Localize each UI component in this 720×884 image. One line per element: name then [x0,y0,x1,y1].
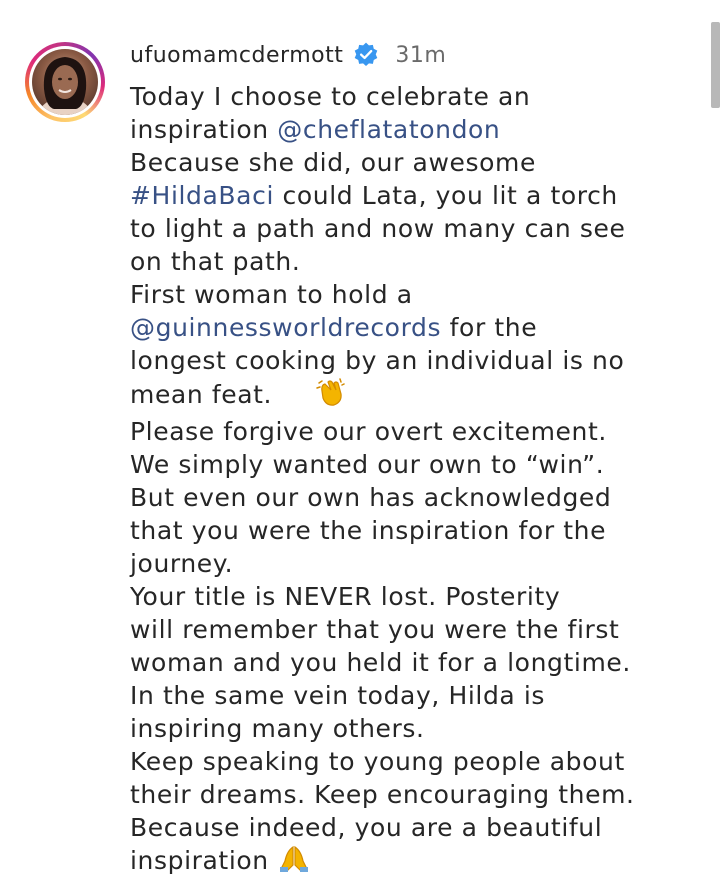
caption-line: @guinnessworldrecords for the [130,311,702,344]
caption-text: mean feat. [130,380,273,409]
caption-text: for the [441,313,538,342]
caption-line: their dreams. Keep encouraging them. [130,780,635,809]
caption-line: inspiration @cheflatatondon [130,113,702,146]
caption-line: to light a path and now many can see [130,214,626,243]
username-link[interactable]: ufuomamcdermott [130,43,343,68]
caption-text: inspiration [130,846,269,875]
post-caption: Today I choose to celebrate an inspirati… [130,80,702,881]
caption-line: Because indeed, you are a beautiful [130,813,603,842]
caption-line: inspiring many others. [130,714,425,743]
avatar[interactable] [32,49,98,115]
caption-text: could Lata, you lit a torch [274,181,618,210]
mention-link-guinnessworldrecords[interactable]: @guinnessworldrecords [130,313,441,342]
caption-text: inspiration [130,115,278,144]
caption-line: on that path. [130,247,301,276]
caption-line: But even our own has acknowledged [130,483,612,512]
caption-line: We simply wanted our own to “win”. [130,450,605,479]
clapping-hands-emoji-icon [316,377,346,415]
post-timestamp: 31m [395,42,447,68]
scrollbar[interactable] [711,22,720,108]
caption-line: Because she did, our awesome [130,148,536,177]
caption-line: woman and you held it for a longtime. [130,648,631,677]
caption-line: Your title is NEVER lost. Posterity [130,582,561,611]
caption-line: First woman to hold a [130,280,413,309]
caption-line: In the same vein today, Hilda is [130,681,546,710]
caption-line: longest cooking by an individual is no [130,346,625,375]
caption-line: that you were the inspiration for the [130,516,607,545]
caption-line: #HildaBaci could Lata, you lit a torch [130,179,702,212]
caption-line: mean feat. [130,377,702,415]
mention-link-cheflatatondon[interactable]: @cheflatatondon [277,115,500,144]
avatar-ring-gap [29,46,101,118]
post-header: ufuomamcdermott 31m [130,40,446,70]
verified-badge-icon [355,42,378,67]
caption-line: Please forgive our overt excitement. [130,417,607,446]
caption-line: will remember that you were the first [130,615,620,644]
caption-line: Today I choose to celebrate an [130,82,531,111]
caption-line: journey. [130,549,234,578]
folded-hands-emoji-icon [279,845,309,881]
avatar-story-ring[interactable] [25,42,105,122]
caption-line: inspiration [130,844,702,881]
hashtag-link-hildabaci[interactable]: #HildaBaci [130,181,274,210]
caption-line: Keep speaking to young people about [130,747,625,776]
avatar-portrait [37,57,93,115]
